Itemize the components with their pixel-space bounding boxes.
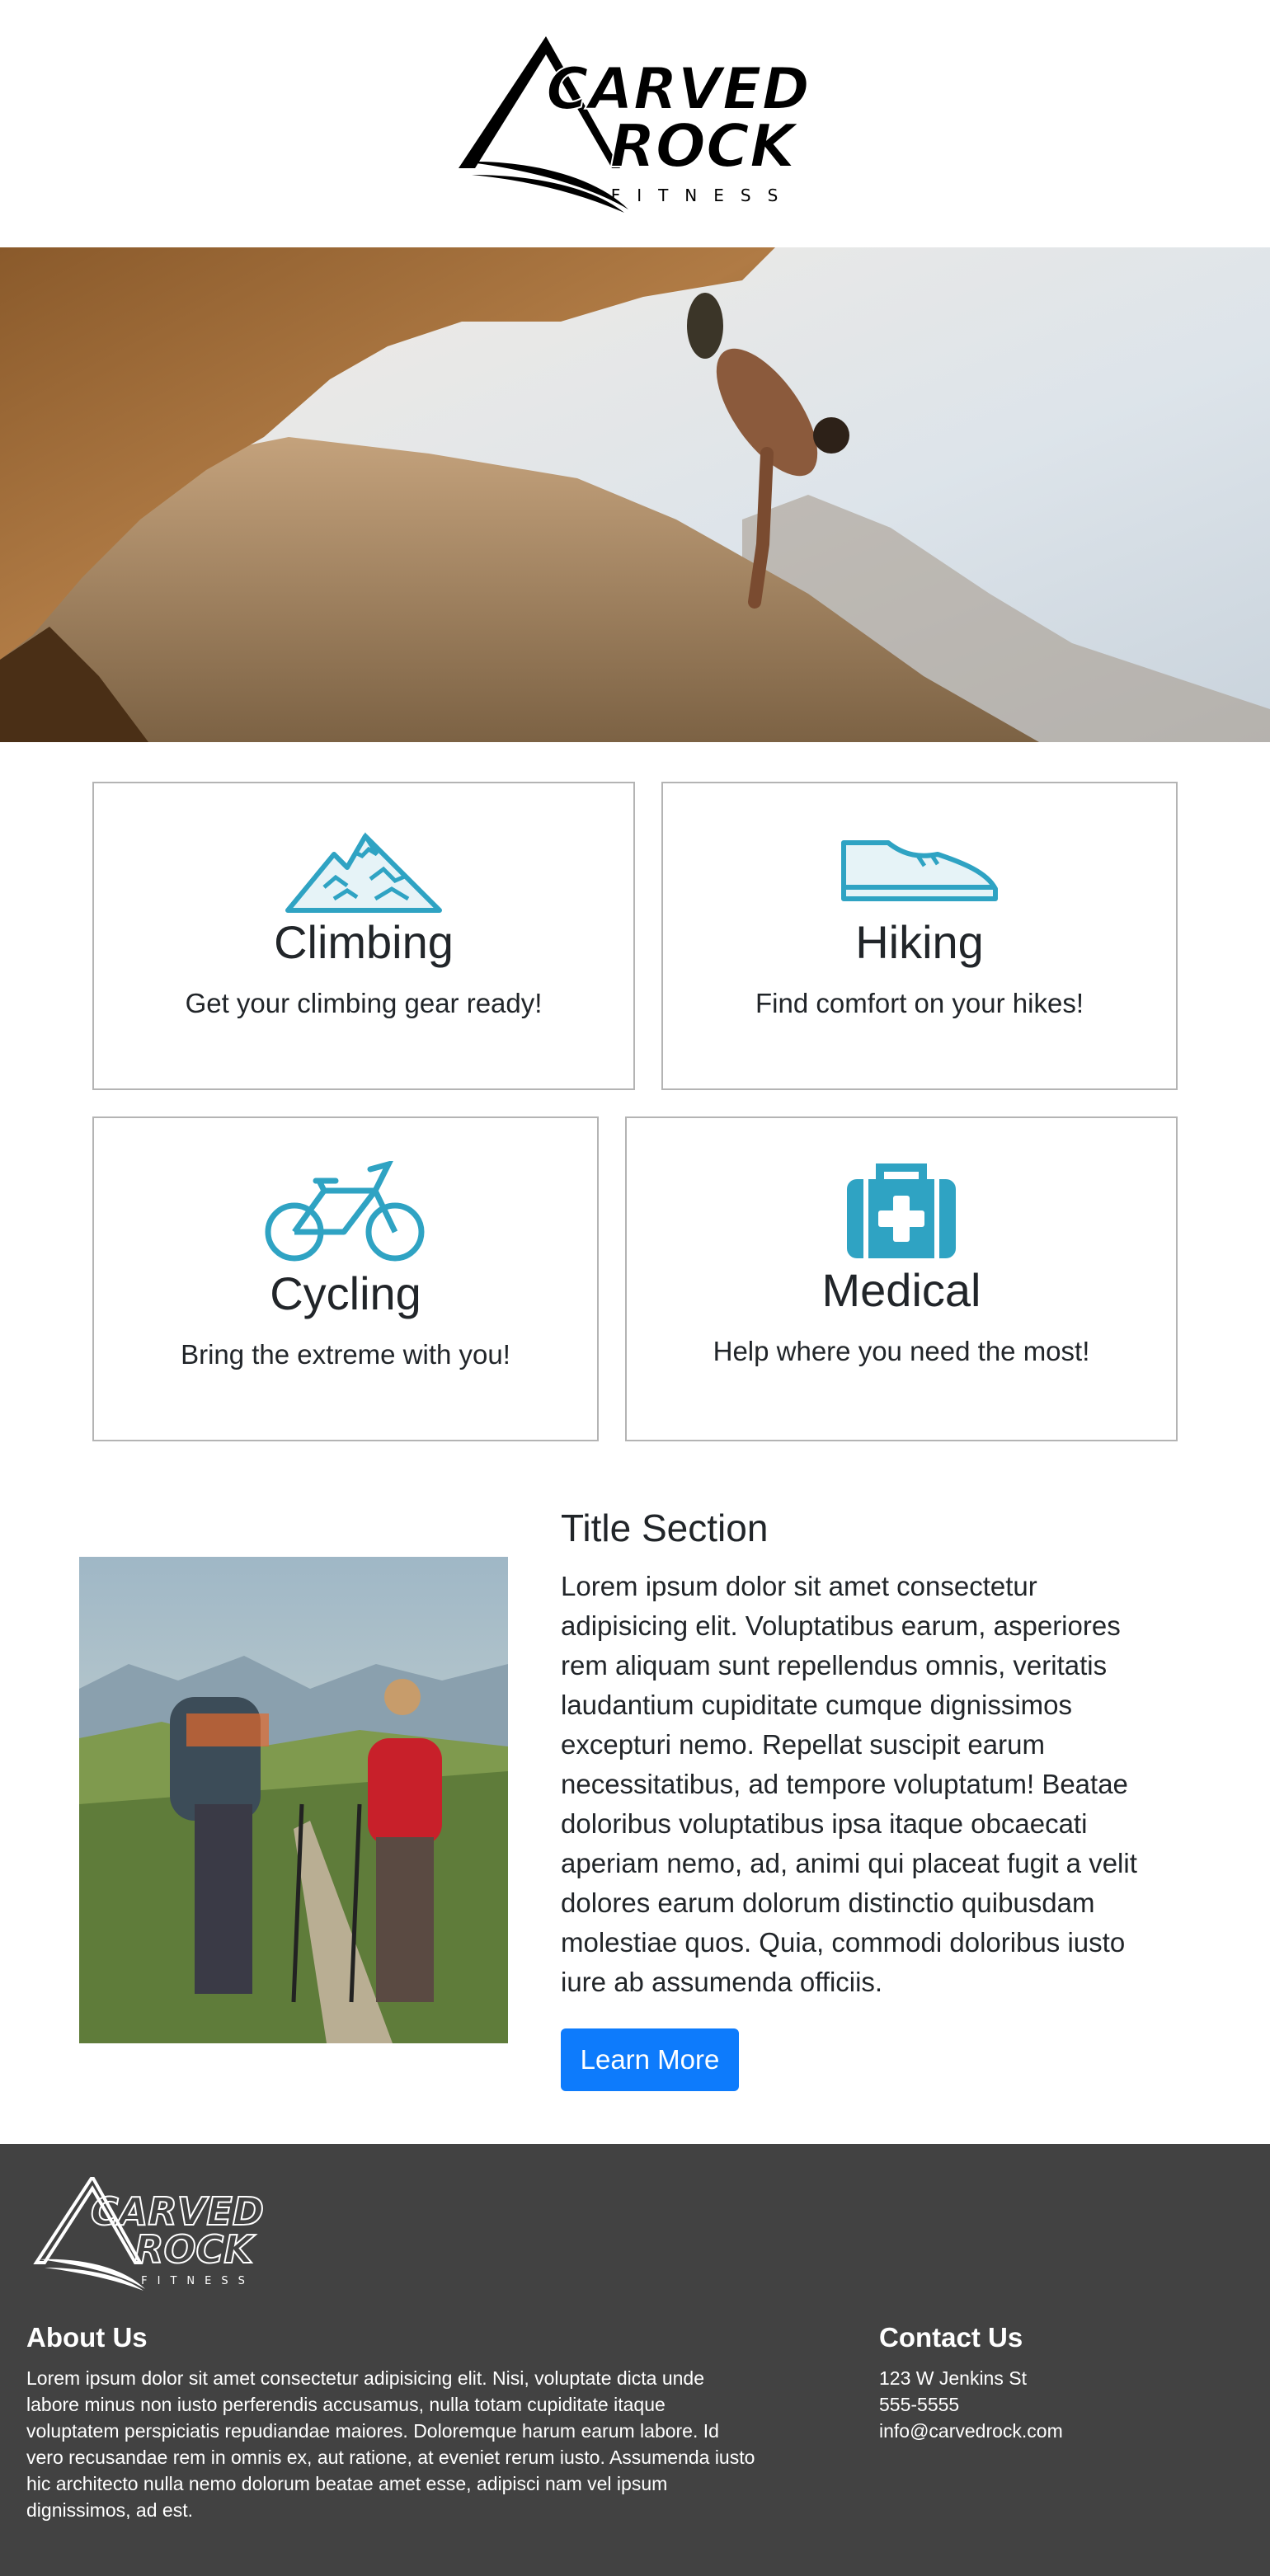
contact-info: 123 W Jenkins St 555-5555 info@carvedroc… bbox=[879, 2365, 1063, 2444]
shoe-icon bbox=[841, 840, 998, 901]
hikers-photo bbox=[79, 1557, 508, 2043]
card-text: Get your climbing gear ready! bbox=[185, 988, 543, 1018]
category-card-cycling[interactable]: Cycling Bring the extreme with you! bbox=[92, 1116, 599, 1441]
hero-image bbox=[0, 247, 1270, 742]
category-card-hiking[interactable]: Hiking Find comfort on your hikes! bbox=[661, 782, 1178, 1090]
footer-logo[interactable]: CARVED ROCK FITNESS bbox=[33, 2177, 272, 2292]
carved-rock-logo[interactable]: CARVED ROCK FITNESS bbox=[455, 36, 825, 214]
about-text: Lorem ipsum dolor sit amet consectetur a… bbox=[26, 2367, 755, 2521]
contact-phone[interactable]: 555-5555 bbox=[879, 2391, 1063, 2418]
card-title: Hiking bbox=[855, 916, 984, 968]
category-card-climbing[interactable]: Climbing Get your climbing gear ready! bbox=[92, 782, 635, 1090]
card-title: Climbing bbox=[274, 916, 454, 968]
site-header: CARVED ROCK FITNESS bbox=[0, 0, 1270, 247]
learn-more-button[interactable]: Learn More bbox=[561, 2028, 739, 2091]
mountain-icon bbox=[285, 832, 442, 913]
card-text: Find comfort on your hikes! bbox=[755, 988, 1084, 1018]
svg-text:FITNESS: FITNESS bbox=[141, 2275, 255, 2287]
site-footer: CARVED ROCK FITNESS About Us Lorem ipsum… bbox=[0, 2144, 1270, 2576]
card-title: Medical bbox=[821, 1264, 981, 1316]
card-title: Cycling bbox=[270, 1267, 421, 1319]
category-card-medical[interactable]: Medical Help where you need the most! bbox=[625, 1116, 1178, 1441]
contact-address: 123 W Jenkins St bbox=[879, 2367, 1027, 2389]
svg-text:ROCK: ROCK bbox=[134, 2227, 256, 2272]
bicycle-icon bbox=[265, 1161, 425, 1262]
card-text: Bring the extreme with you! bbox=[181, 1339, 510, 1370]
contact-heading: Contact Us bbox=[879, 2322, 1023, 2353]
about-heading: About Us bbox=[26, 2322, 148, 2353]
section-body: Lorem ipsum dolor sit amet consectetur a… bbox=[561, 1571, 1137, 1997]
svg-text:ROCK: ROCK bbox=[609, 111, 799, 181]
section-title: Title Section bbox=[561, 1507, 769, 1549]
card-text: Help where you need the most! bbox=[713, 1336, 1090, 1366]
medical-kit-icon bbox=[847, 1163, 956, 1258]
svg-text:FITNESS: FITNESS bbox=[611, 186, 795, 205]
contact-email[interactable]: info@carvedrock.com bbox=[879, 2418, 1063, 2444]
